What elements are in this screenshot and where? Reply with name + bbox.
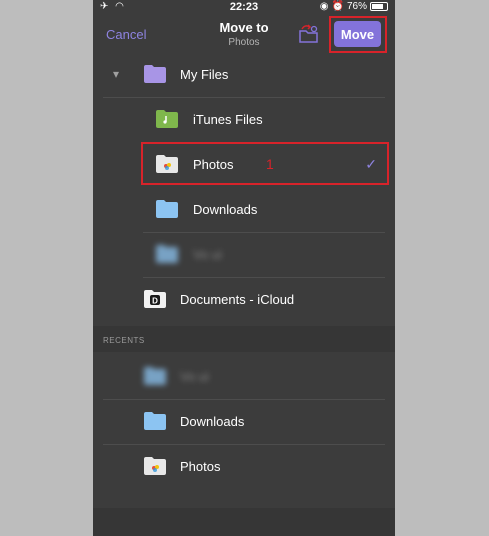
new-folder-icon[interactable] (298, 24, 320, 44)
recents-header-label: RECENTS (103, 336, 145, 345)
status-bar: ✈ ◠ 22:23 ◉ ⏰ 76% (93, 0, 395, 15)
tree-item-downloads[interactable]: Downloads (93, 187, 395, 232)
recent-item-label: Vo ui (180, 369, 209, 384)
tree-label-blurred: Vo ui (193, 247, 222, 262)
bottom-area (93, 508, 395, 536)
tree-item-documents-icloud[interactable]: D Documents - iCloud (93, 277, 395, 322)
recent-item-label: Photos (180, 459, 221, 474)
folder-purple-icon (144, 65, 166, 83)
phone-screen: ✈ ◠ 22:23 ◉ ⏰ 76% Cancel Move to Photos … (93, 0, 395, 536)
rotation-lock-icon: ◉ (319, 1, 329, 12)
battery-percent: 76% (346, 1, 367, 12)
tree-item-my-files[interactable]: ▾ My Files (93, 52, 395, 97)
tree-label-itunes: iTunes Files (193, 112, 263, 127)
tree-item-itunes-files[interactable]: iTunes Files (93, 97, 395, 142)
recent-item-label: Downloads (180, 414, 245, 429)
folder-blue-icon (144, 412, 166, 430)
alarm-icon: ⏰ (331, 1, 344, 12)
chevron-down-icon[interactable]: ▾ (113, 67, 119, 81)
documents-app-icon: D (144, 290, 166, 308)
tree-label-documents: Documents - iCloud (180, 292, 295, 307)
battery-icon (370, 2, 388, 11)
photos-highlight-box (141, 142, 389, 185)
tree-label-downloads: Downloads (193, 202, 258, 217)
folder-itunes-icon (156, 110, 178, 128)
recents-section-header: RECENTS (93, 326, 395, 352)
tree-label-my-files: My Files (180, 67, 229, 82)
folder-photos-icon (144, 457, 166, 475)
svg-text:D: D (152, 297, 158, 306)
folder-blue-icon (156, 200, 178, 218)
recent-item[interactable]: Vo ui (93, 354, 395, 399)
move-highlight-box (329, 16, 387, 53)
folder-blue-icon (156, 245, 178, 263)
recent-item[interactable]: Downloads (93, 399, 395, 444)
recent-item[interactable]: Photos (93, 444, 395, 489)
folder-blue-icon (144, 367, 166, 385)
status-right: ◉ ⏰ 76% (320, 1, 388, 12)
tree-item-blurred[interactable]: Vo ui (93, 232, 395, 277)
